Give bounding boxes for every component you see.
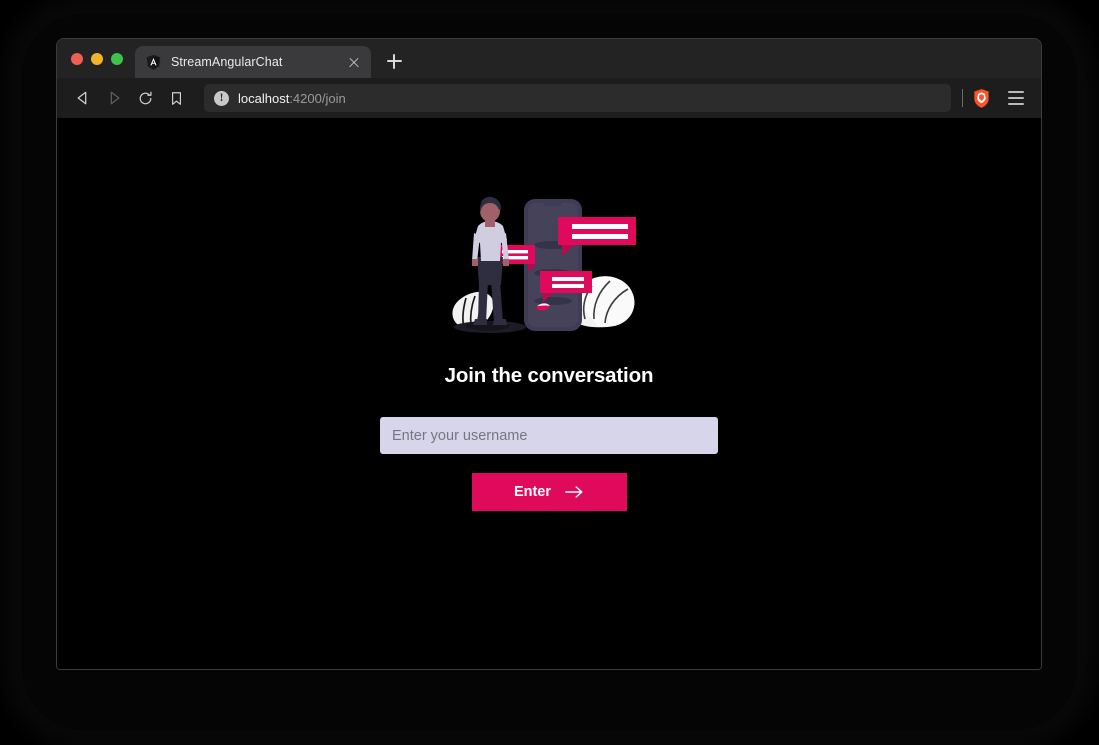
minimize-window-button[interactable] [91,52,103,65]
browser-tab-streamangularchat[interactable]: StreamAngularChat [135,46,371,78]
hamburger-menu-icon[interactable] [1001,84,1031,112]
toolbar-actions [960,84,1031,112]
url-host: localhost [238,90,290,106]
username-input[interactable] [380,417,718,454]
browser-window: StreamAngularChat ! localhost:4200/join … [56,38,1042,670]
close-icon[interactable] [346,54,362,70]
plus-icon[interactable] [380,47,408,75]
tab-title: StreamAngularChat [171,55,283,69]
tab-strip: StreamAngularChat [57,39,1041,78]
enter-button[interactable]: Enter [471,473,627,511]
url-text: localhost:4200/join [238,91,346,106]
close-window-button[interactable] [71,52,83,65]
maximize-window-button[interactable] [111,52,123,65]
url-path: :4200/join [289,90,346,106]
reload-icon[interactable] [131,84,159,112]
back-arrow-icon[interactable] [69,84,97,112]
page-viewport: Join the conversation Enter [57,118,1041,669]
join-form-card: Join the conversation Enter [379,193,719,511]
chat-conversation-illustration [452,196,636,333]
browser-toolbar: ! localhost:4200/join [57,78,1041,118]
bookmark-icon[interactable] [162,84,190,112]
page-title: Join the conversation [444,364,654,387]
forward-arrow-icon [100,84,128,112]
brave-shield-icon[interactable] [972,88,991,109]
toolbar-divider [962,89,963,107]
info-circle-icon[interactable]: ! [214,90,229,106]
angular-logo-icon [145,54,162,71]
address-bar[interactable]: ! localhost:4200/join [204,84,951,112]
desktop-backdrop: StreamAngularChat ! localhost:4200/join … [0,0,1099,745]
arrow-right-icon [565,485,584,499]
enter-button-label: Enter [513,484,552,500]
window-traffic-lights [69,39,135,78]
